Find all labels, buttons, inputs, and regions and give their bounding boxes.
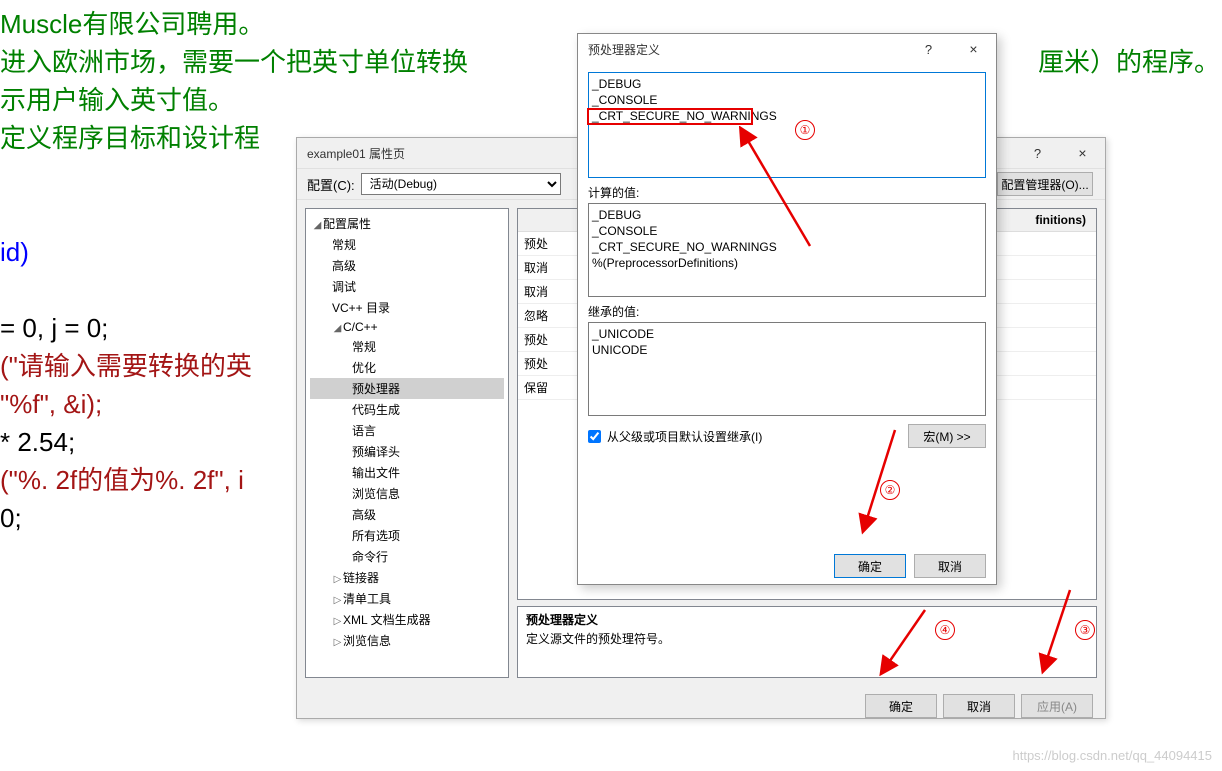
inherit-checkbox[interactable] <box>588 430 601 443</box>
inherited-values: _UNICODE UNICODE <box>588 322 986 416</box>
collapse-icon: ◢ <box>332 323 343 334</box>
expand-icon: ▷ <box>332 595 343 606</box>
tree-node[interactable]: 所有选项 <box>310 525 504 546</box>
desc-text: 定义源文件的预处理符号。 <box>526 630 1088 647</box>
close-button[interactable]: × <box>1060 139 1105 167</box>
tree-node[interactable]: 浏览信息 <box>310 483 504 504</box>
inherited-label: 继承的值: <box>588 303 986 320</box>
definitions-textarea[interactable]: _DEBUG _CONSOLE _CRT_SECURE_NO_WARNINGS <box>588 72 986 178</box>
calculated-label: 计算的值: <box>588 184 986 201</box>
ok-button[interactable]: 确定 <box>865 694 937 718</box>
apply-button[interactable]: 应用(A) <box>1021 694 1093 718</box>
inherit-label: 从父级或项目默认设置继承(I) <box>607 428 762 445</box>
config-manager-button[interactable]: 配置管理器(O)... <box>997 172 1093 196</box>
close-button[interactable]: × <box>951 35 996 63</box>
tree-node[interactable]: 常规 <box>310 234 504 255</box>
tree-node[interactable]: 高级 <box>310 255 504 276</box>
cancel-button[interactable]: 取消 <box>943 694 1015 718</box>
tree-node[interactable]: 优化 <box>310 357 504 378</box>
tree-node-ccpp[interactable]: ◢C/C++ <box>310 318 504 336</box>
tree-node[interactable]: ▷清单工具 <box>310 588 504 609</box>
tree-node[interactable]: 输出文件 <box>310 462 504 483</box>
expand-icon: ▷ <box>332 637 343 648</box>
desc-title: 预处理器定义 <box>526 611 1088 628</box>
expand-icon: ▷ <box>332 574 343 585</box>
tree-node[interactable]: VC++ 目录 <box>310 297 504 318</box>
dialog-title: example01 属性页 <box>307 145 405 162</box>
preprocessor-definitions-dialog: 预处理器定义 ? × _DEBUG _CONSOLE _CRT_SECURE_N… <box>577 33 997 585</box>
watermark: https://blog.csdn.net/qq_44094415 <box>1013 748 1213 763</box>
dialog-title: 预处理器定义 <box>588 41 660 58</box>
tree-node[interactable]: 代码生成 <box>310 399 504 420</box>
collapse-icon: ◢ <box>312 220 323 231</box>
tree-node[interactable]: 调试 <box>310 276 504 297</box>
tree-node[interactable]: 高级 <box>310 504 504 525</box>
config-label: 配置(C): <box>307 175 355 194</box>
tree-node-preprocessor[interactable]: 预处理器 <box>310 378 504 399</box>
tree-node[interactable]: ▷链接器 <box>310 567 504 588</box>
macros-button[interactable]: 宏(M) >> <box>908 424 986 448</box>
titlebar: 预处理器定义 ? × <box>578 34 996 64</box>
description-panel: 预处理器定义 定义源文件的预处理符号。 <box>517 606 1097 678</box>
help-button[interactable]: ? <box>906 35 951 63</box>
tree-node[interactable]: ▷XML 文档生成器 <box>310 609 504 630</box>
ok-button[interactable]: 确定 <box>834 554 906 578</box>
tree-node[interactable]: ▷浏览信息 <box>310 630 504 651</box>
tree-node-root[interactable]: ◢配置属性 <box>310 213 504 234</box>
tree-node[interactable]: 常规 <box>310 336 504 357</box>
tree-node[interactable]: 命令行 <box>310 546 504 567</box>
cancel-button[interactable]: 取消 <box>914 554 986 578</box>
tree-node[interactable]: 预编译头 <box>310 441 504 462</box>
config-select[interactable]: 活动(Debug) <box>361 173 561 195</box>
tree-node[interactable]: 语言 <box>310 420 504 441</box>
expand-icon: ▷ <box>332 616 343 627</box>
calculated-values: _DEBUG _CONSOLE _CRT_SECURE_NO_WARNINGS … <box>588 203 986 297</box>
help-button[interactable]: ? <box>1015 139 1060 167</box>
property-tree[interactable]: ◢配置属性 常规 高级 调试 VC++ 目录 ◢C/C++ 常规 优化 预处理器… <box>305 208 509 678</box>
